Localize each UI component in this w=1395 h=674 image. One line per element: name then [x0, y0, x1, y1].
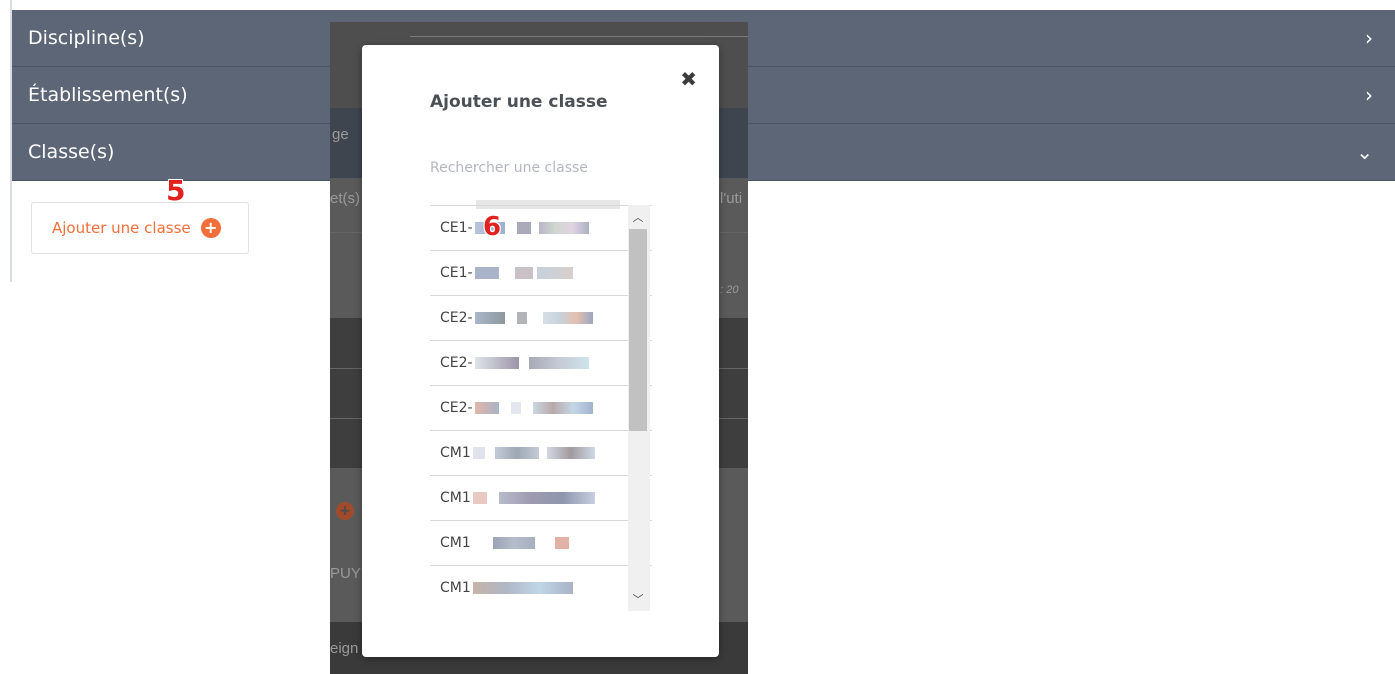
list-item[interactable]: CM1	[430, 520, 652, 565]
list-item[interactable]: CE2-	[430, 385, 652, 430]
redacted-text	[516, 312, 527, 324]
redacted-text	[474, 312, 505, 324]
scroll-down-icon[interactable]: ﹀	[628, 589, 648, 609]
redacted-text	[516, 222, 531, 234]
accordion-label: Établissement(s)	[28, 84, 188, 106]
class-name: CM1	[440, 535, 471, 551]
list-item[interactable]: CM1	[430, 430, 652, 475]
scroll-up-icon[interactable]: ︿	[628, 207, 648, 227]
redacted-text	[498, 492, 595, 504]
class-name: CE1-	[440, 220, 473, 236]
redacted-text	[474, 402, 499, 414]
redacted-text	[510, 402, 521, 414]
list-item[interactable]: CE2-	[430, 295, 652, 340]
backdrop-text: et(s)	[330, 190, 360, 207]
chevron-right-icon: ›	[1365, 83, 1373, 107]
redacted-text	[532, 402, 593, 414]
redacted-text	[514, 267, 533, 279]
redacted-text	[474, 357, 519, 369]
list-item[interactable]: CE2-	[430, 340, 652, 385]
accordion-label: Discipline(s)	[28, 27, 145, 49]
class-name: CE2-	[440, 400, 473, 416]
scroll-thumb[interactable]	[629, 229, 647, 431]
step-marker-5: 5	[166, 174, 186, 207]
class-name: CM1	[440, 580, 471, 596]
list-item[interactable]: CM1	[430, 475, 652, 520]
redacted-text	[528, 357, 589, 369]
redacted-text	[538, 222, 589, 234]
accordion-label: Classe(s)	[28, 141, 115, 163]
plus-circle-icon: +	[336, 502, 354, 520]
backdrop-text: l'uti	[720, 190, 743, 207]
list-scrollbar[interactable]: ︿ ﹀	[628, 205, 650, 611]
redacted-text	[492, 537, 535, 549]
class-list: CE1- CE1- CE2- CE2- CE2- CM1 CM1 CM1 CM1	[430, 205, 652, 613]
modal-title: Ajouter une classe	[430, 92, 608, 112]
add-class-button[interactable]: Ajouter une classe +	[31, 202, 249, 254]
close-icon[interactable]: ✖	[680, 67, 697, 91]
backdrop-text: PUY	[330, 565, 361, 582]
class-name: CE2-	[440, 310, 473, 326]
class-name: CE1-	[440, 265, 473, 281]
redacted-text	[542, 312, 593, 324]
redacted-text	[474, 267, 499, 279]
add-class-modal: Ajouter une classe ✖ CE1- CE1- CE2- CE2-	[362, 45, 719, 657]
redacted-text	[536, 267, 573, 279]
redacted-text	[554, 537, 569, 549]
redacted-text	[494, 447, 539, 459]
backdrop-divider	[410, 36, 748, 37]
redacted-text	[546, 447, 595, 459]
add-class-label: Ajouter une classe	[52, 219, 191, 237]
plus-circle-icon: +	[200, 218, 221, 238]
search-class-input[interactable]	[430, 153, 630, 183]
class-name: CM1	[440, 445, 471, 461]
class-name: CM1	[440, 490, 471, 506]
class-name: CE2-	[440, 355, 473, 371]
chevron-down-icon: ⌄	[1356, 140, 1373, 164]
redacted-text	[472, 582, 573, 594]
chevron-right-icon: ›	[1365, 26, 1373, 50]
backdrop-text: eign	[330, 640, 359, 657]
backdrop-text: ge	[332, 126, 349, 143]
list-item[interactable]: CM1	[430, 565, 652, 610]
list-item[interactable]: CE1-	[430, 205, 652, 250]
step-marker-6: 6	[483, 212, 502, 242]
redacted-text	[472, 447, 485, 459]
list-item[interactable]: CE1-	[430, 250, 652, 295]
redacted-text	[472, 492, 487, 504]
